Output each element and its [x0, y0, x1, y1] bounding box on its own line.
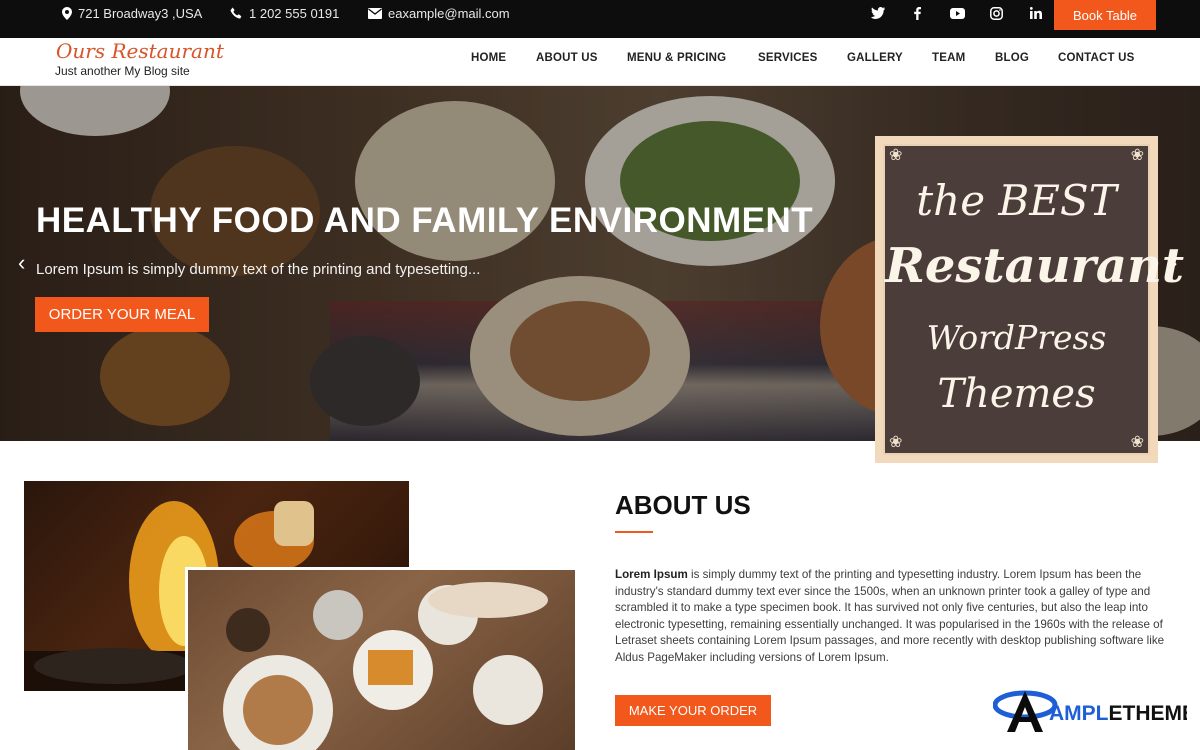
amplethemes-watermark-logo: AMPLETHEMES: [992, 685, 1200, 732]
twitter-icon[interactable]: [867, 0, 889, 26]
address-text: 721 Broadway3 ,USA: [78, 5, 203, 21]
amplethemes-logo-icon: AMPLETHEMES: [992, 690, 1200, 732]
hero-title: HEALTHY FOOD AND FAMILY ENVIRONMENT: [36, 201, 814, 240]
address-item: 721 Broadway3 ,USA: [62, 0, 202, 26]
top-bar: 721 Broadway3 ,USA 1 202 555 0191 eaxamp…: [0, 0, 1200, 38]
nav-contact-us[interactable]: CONTACT US: [1058, 52, 1135, 64]
make-your-order-button[interactable]: MAKE YOUR ORDER: [615, 695, 771, 726]
hero-subtitle: Lorem Ipsum is simply dummy text of the …: [36, 261, 481, 278]
instagram-icon[interactable]: [985, 0, 1007, 26]
about-body: is simply dummy text of the printing and…: [615, 568, 1165, 664]
book-table-button[interactable]: Book Table: [1054, 0, 1156, 30]
corner-ornament-icon: ❀: [1130, 147, 1144, 164]
nav-services[interactable]: SERVICES: [758, 52, 818, 64]
location-pin-icon: [62, 6, 72, 20]
envelope-icon: [368, 7, 382, 19]
badge-line-2: Restaurant: [885, 238, 1185, 294]
badge-line-1: the BEST: [916, 176, 1117, 225]
chalkboard-surface: ❀ ❀ ❀ ❀ the BEST Restaurant WordPress Th…: [883, 144, 1185, 455]
about-paragraph: Lorem Ipsum is simply dummy text of the …: [615, 567, 1190, 666]
email-text: eaxample@mail.com: [388, 5, 510, 21]
about-title: ABOUT US: [615, 490, 751, 520]
linkedin-icon[interactable]: [1025, 0, 1047, 26]
site-logo-title[interactable]: Ours Restaurant: [56, 39, 224, 63]
nav-about-us[interactable]: ABOUT US: [536, 52, 598, 64]
site-header: Ours Restaurant Just another My Blog sit…: [0, 38, 1200, 86]
nav-menu-pricing[interactable]: MENU & PRICING: [627, 52, 726, 64]
phone-item: 1 202 555 0191: [230, 0, 339, 26]
watermark-text: AMPLETHEMES: [1049, 702, 1187, 725]
facebook-icon[interactable]: [906, 0, 928, 26]
nav-blog[interactable]: BLOG: [995, 52, 1029, 64]
phone-text: 1 202 555 0191: [249, 5, 340, 21]
about-lead: Lorem Ipsum: [615, 568, 688, 581]
about-title-underline: [615, 531, 653, 533]
corner-ornament-icon: ❀: [889, 147, 903, 164]
table-illustration: [223, 582, 548, 750]
site-tagline: Just another My Blog site: [55, 64, 190, 78]
badge-line-3: WordPress: [926, 318, 1107, 357]
phone-icon: [230, 7, 242, 18]
nav-gallery[interactable]: GALLERY: [847, 52, 903, 64]
youtube-icon[interactable]: [946, 0, 968, 26]
corner-ornament-icon: ❀: [1130, 434, 1144, 451]
promo-chalkboard: ❀ ❀ ❀ ❀ the BEST Restaurant WordPress Th…: [875, 136, 1185, 463]
about-image-dining-table: [185, 567, 575, 750]
nav-team[interactable]: TEAM: [932, 52, 965, 64]
nav-home[interactable]: HOME: [471, 52, 506, 64]
slider-prev-arrow-icon[interactable]: ‹: [18, 252, 25, 274]
order-your-meal-button[interactable]: ORDER YOUR MEAL: [35, 297, 209, 332]
corner-ornament-icon: ❀: [889, 434, 903, 451]
badge-line-4: Themes: [937, 371, 1096, 417]
email-item: eaxample@mail.com: [368, 0, 510, 26]
